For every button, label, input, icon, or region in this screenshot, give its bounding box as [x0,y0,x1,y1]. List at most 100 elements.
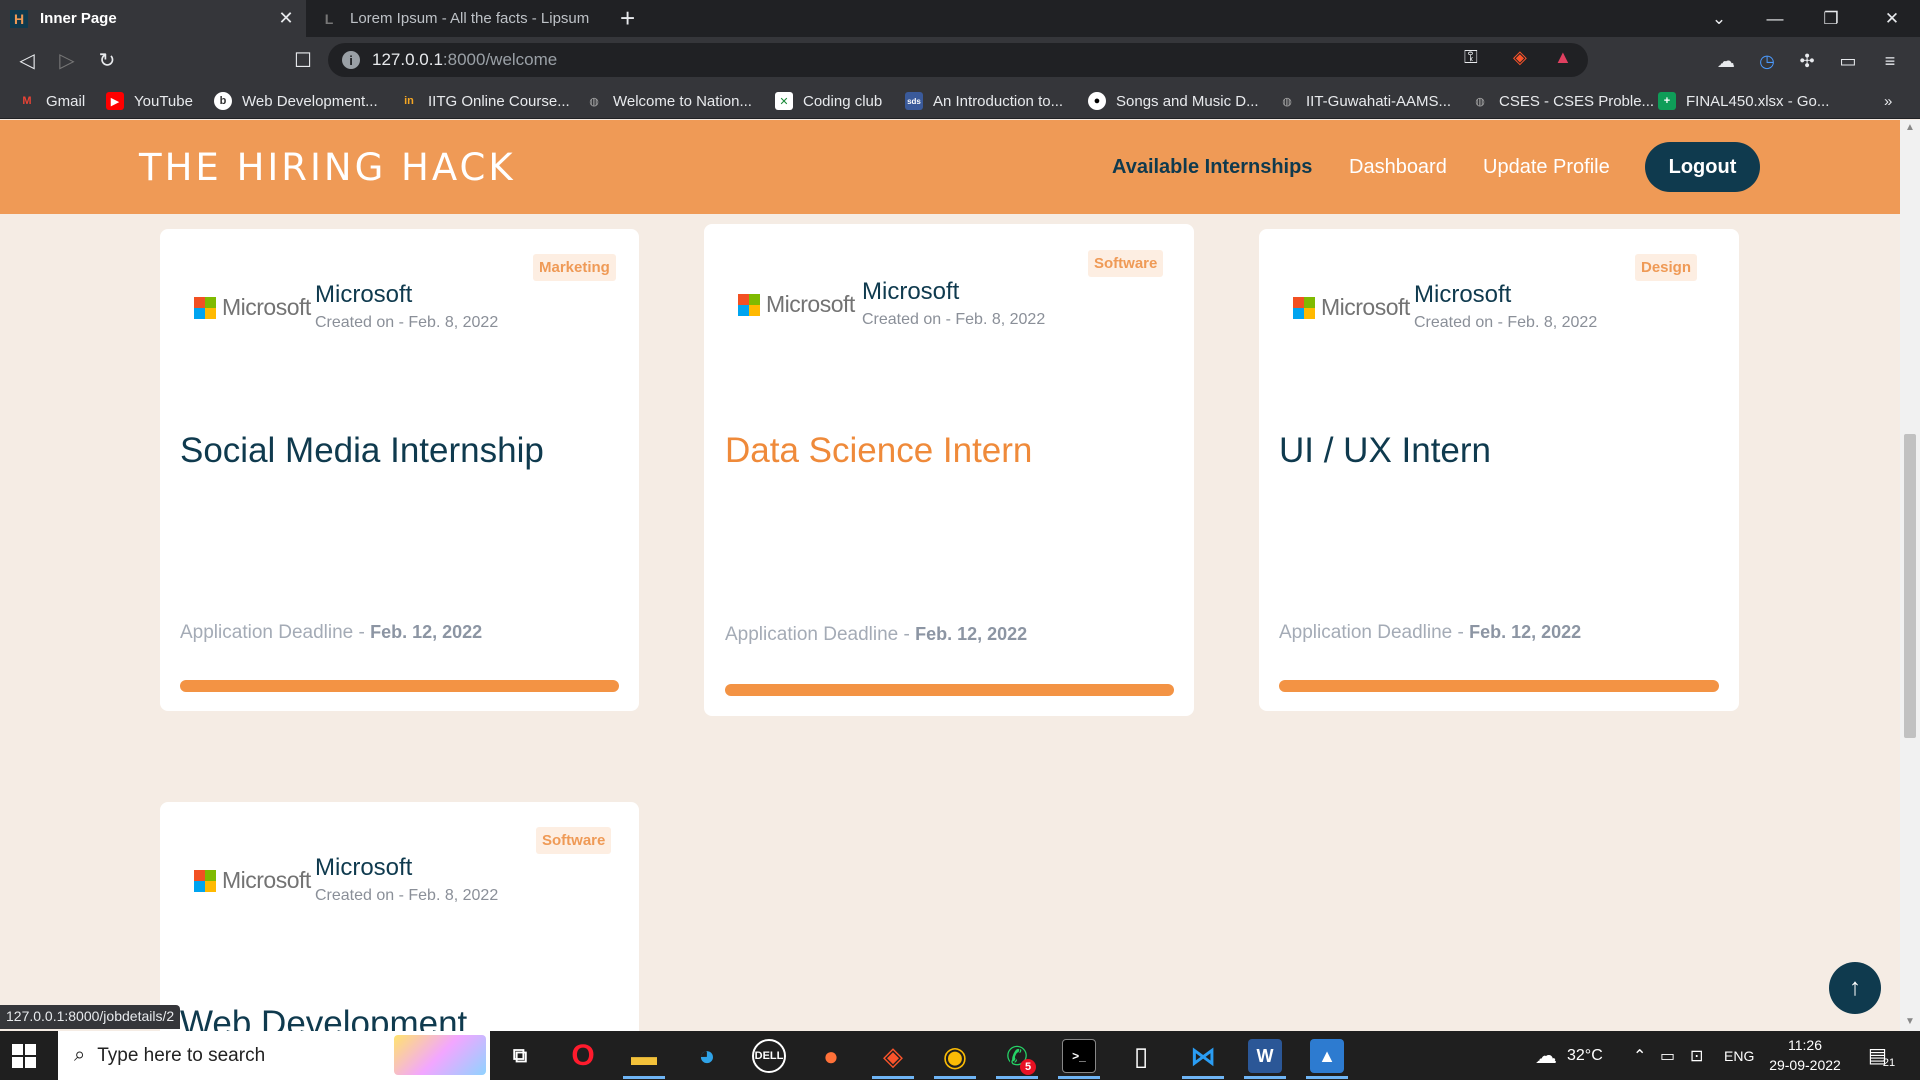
nav-available-internships[interactable]: Available Internships [1112,156,1312,179]
bookmark-cses[interactable]: ◍ CSES - CSES Proble... [1471,91,1654,111]
restore-icon[interactable]: ❐ [1803,0,1859,37]
scroll-up-arrow-icon[interactable]: ▲ [1904,122,1916,134]
windows-start-icon[interactable] [12,1044,36,1068]
scroll-to-top-button[interactable]: ↑ [1829,962,1881,1014]
word-icon[interactable]: W [1248,1039,1282,1073]
minimize-icon[interactable]: — [1747,0,1803,37]
globe-icon: ◍ [1475,95,1485,108]
close-window-icon[interactable]: ✕ [1864,0,1920,37]
hiring-hack-favicon-icon: H [10,9,28,28]
notification-count: 21 [1882,1056,1896,1069]
notification-center-icon[interactable]: ▤ 21 [1868,1031,1895,1080]
bookmark-introduction[interactable]: sds An Introduction to... [905,91,1063,111]
tab-lorem-ipsum[interactable]: L Lorem Ipsum - All the facts - Lipsum g [310,0,600,37]
whatsapp-icon[interactable]: ✆ 5 [1000,1039,1036,1075]
terminal-icon[interactable]: >_ [1062,1039,1096,1073]
job-title[interactable]: Web Development [180,1004,467,1031]
file-explorer-icon[interactable]: ▬ [627,1039,661,1073]
lipsum-favicon-icon: L [324,10,334,27]
taskbar-search-input[interactable]: ⌕ Type here to search [58,1031,490,1080]
bookmark-coding-club[interactable]: ✕ Coding club [775,91,882,111]
tab-inner-page[interactable]: H Inner Page ✕ [0,0,306,37]
internship-card[interactable]: Microsoft Microsoft Created on - Feb. 8,… [704,224,1194,716]
edge-icon[interactable]: ◕ [690,1039,724,1073]
internship-card[interactable]: Microsoft Microsoft Created on - Feb. 8,… [160,802,639,1031]
internship-card[interactable]: Microsoft Microsoft Created on - Feb. 8,… [1259,229,1739,711]
battery-icon[interactable]: ▭ [1660,1031,1675,1080]
running-indicator [1182,1076,1224,1079]
job-title[interactable]: Data Science Intern [725,431,1032,471]
dell-icon[interactable]: DELL [752,1039,786,1073]
bookmark-iit-guwahati-aams[interactable]: ◍ IIT-Guwahati-AAMS... [1278,91,1451,111]
opera-icon[interactable]: O [566,1039,600,1073]
extension-clock-icon[interactable]: ◷ [1755,49,1779,73]
running-indicator [1058,1076,1100,1079]
search-icon: ⌕ [74,1044,86,1066]
site-header: THE HIRING HACK Available Internships Da… [0,120,1900,214]
language-indicator[interactable]: ENG [1724,1031,1754,1080]
brave-icon[interactable]: ◈ [876,1039,910,1073]
close-tab-icon[interactable]: ✕ [276,8,296,29]
menu-icon[interactable]: ≡ [1878,49,1902,73]
task-view-icon[interactable]: ⧉ [503,1039,537,1073]
bookmark-icon[interactable]: ☐ [288,45,318,75]
microsoft-logo-icon [194,296,216,319]
gmail-icon: M [22,95,32,107]
extensions-puzzle-icon[interactable]: ✣ [1795,49,1819,73]
back-icon[interactable]: ◁ [12,45,42,75]
microsoft-logo: Microsoft [738,291,855,318]
card-accent-bar [1279,680,1719,692]
address-bar[interactable]: i 127.0.0.1:8000/welcome [328,43,1588,77]
nav-dashboard[interactable]: Dashboard [1349,156,1447,179]
globe-icon: ◍ [1282,95,1292,108]
bookmark-iitg-online[interactable]: in IITG Online Course... [400,91,570,111]
running-indicator [1244,1076,1286,1079]
firefox-icon[interactable]: ● [814,1039,848,1073]
tab-title: Lorem Ipsum - All the facts - Lipsum g [350,10,590,27]
wallet-icon[interactable]: ▭ [1836,49,1860,73]
vscode-icon[interactable]: ⋈ [1186,1039,1220,1073]
document-icon: sds [905,92,923,110]
search-highlight-art [394,1035,486,1075]
card-accent-bar [725,684,1174,696]
more-bookmarks-icon[interactable]: » [1884,91,1892,111]
photos-icon[interactable]: ▲ [1310,1039,1344,1073]
site-brand[interactable]: THE HIRING HACK [139,146,516,189]
bookmark-web-development[interactable]: b Web Development... [214,91,378,111]
status-bar-link: 127.0.0.1:8000/jobdetails/2 [0,1005,181,1029]
bookmark-songs-music[interactable]: ● Songs and Music D... [1088,91,1259,111]
card-accent-bar [180,680,619,692]
microsoft-logo: Microsoft [1293,294,1410,321]
extension-cloud-icon[interactable]: ☁ [1714,49,1738,73]
brave-rewards-icon[interactable]: ▲ [1554,47,1572,68]
chrome-icon[interactable]: ◉ [938,1039,972,1073]
windows-taskbar: ⌕ Type here to search ⧉ O ▬ ◕ DELL ● ◈ ◉… [0,1031,1920,1080]
key-icon[interactable]: ⚿ [1464,47,1478,68]
job-title[interactable]: UI / UX Intern [1279,431,1491,471]
bookmark-welcome-nation[interactable]: ◍ Welcome to Nation... [585,91,752,111]
forward-icon[interactable]: ▷ [52,45,82,75]
bookmark-final450[interactable]: + FINAL450.xlsx - Go... [1658,91,1829,111]
internship-card[interactable]: Microsoft Microsoft Created on - Feb. 8,… [160,229,639,711]
weather-widget[interactable]: ☁ 32°C [1535,1031,1603,1080]
course-icon: in [404,95,414,107]
bookmark-youtube[interactable]: ▶ YouTube [106,91,193,111]
job-title[interactable]: Social Media Internship [180,431,544,471]
nav-update-profile[interactable]: Update Profile [1483,156,1610,179]
running-indicator [872,1076,914,1079]
scrollbar-thumb[interactable] [1904,434,1916,738]
running-indicator [934,1076,976,1079]
logout-button[interactable]: Logout [1645,142,1760,192]
brave-shields-icon[interactable]: ◈ [1513,47,1527,68]
url-text: 127.0.0.1:8000/welcome [372,50,558,69]
site-info-icon[interactable]: i [342,51,360,69]
bookmark-gmail[interactable]: M Gmail [18,91,85,111]
notepad-icon[interactable]: ▯ [1124,1039,1158,1073]
network-icon[interactable]: ⊡ [1690,1031,1703,1080]
system-clock[interactable]: 11:26 29-09-2022 [1765,1035,1845,1075]
tray-chevron-up-icon[interactable]: ⌃ [1633,1031,1646,1080]
scroll-down-arrow-icon[interactable]: ▼ [1904,1016,1916,1028]
new-tab-icon[interactable]: + [620,4,635,32]
tab-search-chevron-icon[interactable]: ⌄ [1691,0,1747,37]
reload-icon[interactable]: ↻ [92,45,122,75]
